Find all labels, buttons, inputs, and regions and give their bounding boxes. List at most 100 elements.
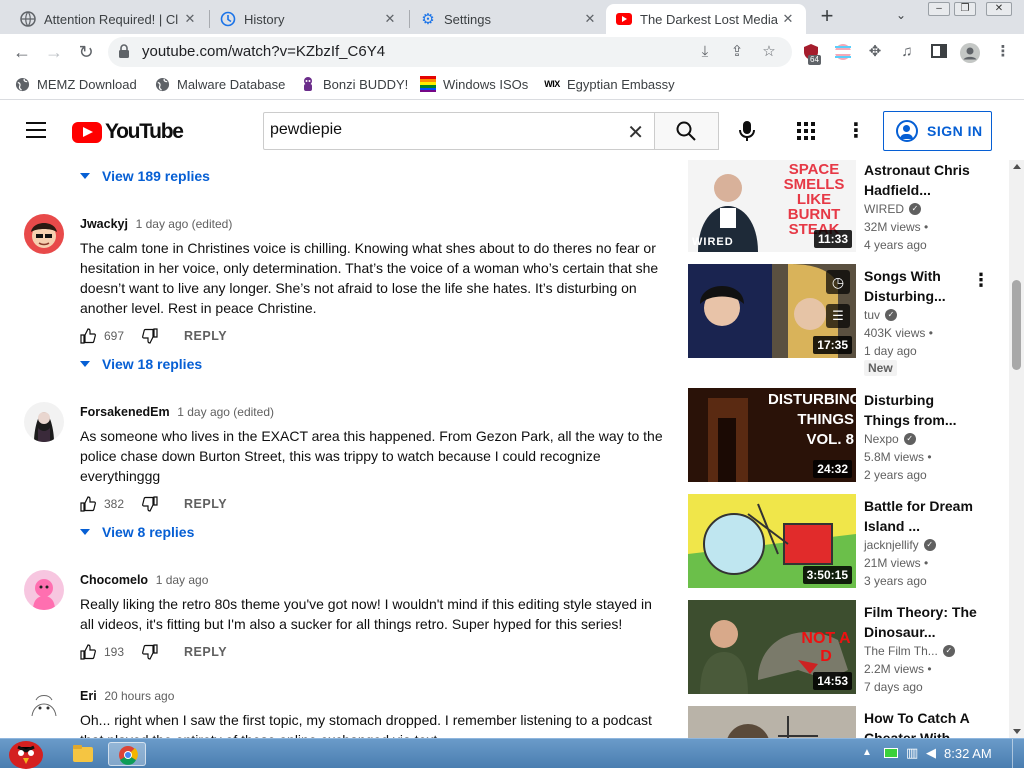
view-replies-button[interactable]: View 18 replies bbox=[80, 356, 202, 372]
extensions-puzzle-icon[interactable]: ✥ bbox=[866, 43, 884, 61]
view-replies-button[interactable]: View 189 replies bbox=[80, 168, 210, 184]
bookmark-memz-download[interactable]: MEMZ Download bbox=[14, 76, 137, 92]
dislike-thumb-down-icon[interactable] bbox=[142, 644, 158, 660]
reply-button[interactable]: REPLY bbox=[184, 645, 227, 659]
back-button[interactable]: ← bbox=[10, 40, 34, 64]
video-thumbnail[interactable]: 3:50:15 bbox=[688, 494, 856, 588]
recommended-video[interactable]: SPACE SMELLS LIKE BURNT STEAK WIRED 11:3… bbox=[688, 160, 1024, 252]
youtube-logo[interactable]: YouTube bbox=[72, 120, 184, 144]
recommended-video[interactable]: How To Catch A Cheater With... bbox=[688, 706, 1024, 738]
forward-button[interactable]: → bbox=[42, 40, 66, 64]
video-thumbnail[interactable]: ◷ ☰ 17:35 bbox=[688, 264, 856, 358]
recommended-video[interactable]: ◷ ☰ 17:35 Songs With Disturbing... ⋮ tuv… bbox=[688, 264, 1024, 376]
new-tab-button[interactable]: + bbox=[816, 5, 838, 28]
restore-button[interactable]: ❐ bbox=[954, 2, 976, 16]
video-channel[interactable]: Nexpo ✓ bbox=[864, 432, 916, 446]
video-thumbnail[interactable] bbox=[688, 706, 856, 738]
browser-menu-icon[interactable]: ⋮ bbox=[994, 43, 1012, 61]
reply-button[interactable]: REPLY bbox=[184, 329, 227, 343]
install-app-icon[interactable]: ⤓ bbox=[696, 43, 714, 61]
video-title[interactable]: Film Theory: The Dinosaur... bbox=[864, 602, 982, 642]
search-input[interactable] bbox=[270, 121, 610, 139]
tray-battery-icon[interactable] bbox=[884, 748, 898, 758]
extension-flag-icon[interactable] bbox=[834, 43, 852, 61]
minimize-button[interactable]: – bbox=[928, 2, 950, 16]
like-thumb-up-icon[interactable] bbox=[80, 644, 96, 660]
tab-settings[interactable]: ⚙ Settings ✕ bbox=[410, 4, 608, 34]
like-thumb-up-icon[interactable] bbox=[80, 496, 96, 512]
video-channel[interactable]: WIRED ✓ bbox=[864, 202, 921, 216]
comment-author[interactable]: Chocomelo bbox=[80, 573, 148, 587]
close-tab-icon[interactable]: ✕ bbox=[382, 11, 398, 27]
clear-search-icon[interactable]: ✕ bbox=[627, 120, 644, 145]
close-tab-icon[interactable]: ✕ bbox=[182, 11, 198, 27]
avatar[interactable] bbox=[24, 402, 64, 442]
start-button-angry-bird-icon[interactable] bbox=[6, 733, 46, 769]
bookmark-malware-database[interactable]: Malware Database bbox=[154, 76, 285, 92]
settings-more-icon[interactable]: ⋮ bbox=[846, 120, 866, 142]
avatar[interactable] bbox=[24, 686, 64, 726]
taskbar-clock[interactable]: 8:32 AM bbox=[944, 746, 992, 761]
recommended-video[interactable]: 3:50:15 Battle for Dream Island ... jack… bbox=[688, 494, 1024, 588]
comment-time[interactable]: 20 hours ago bbox=[104, 689, 174, 703]
page-scrollbar[interactable] bbox=[1009, 160, 1024, 738]
sign-in-button[interactable]: SIGN IN bbox=[883, 111, 992, 151]
clock-icon[interactable]: ◷ bbox=[826, 270, 850, 294]
extension-shield-icon[interactable]: 64 bbox=[802, 43, 821, 65]
video-title[interactable]: Battle for Dream Island ... bbox=[864, 496, 982, 536]
avatar[interactable] bbox=[24, 570, 64, 610]
recommended-video[interactable]: NOT A D 14:53 Film Theory: The Dinosaur.… bbox=[688, 600, 1024, 694]
dislike-thumb-down-icon[interactable] bbox=[142, 328, 158, 344]
video-title[interactable]: Disturbing Things from... bbox=[864, 390, 982, 430]
close-tab-icon[interactable]: ✕ bbox=[780, 11, 796, 27]
comment-author[interactable]: ForsakenedEm bbox=[80, 405, 170, 419]
profile-avatar-icon[interactable] bbox=[960, 43, 980, 63]
lock-icon[interactable] bbox=[118, 44, 130, 59]
comment-author[interactable]: Jwackyj bbox=[80, 217, 128, 231]
search-button[interactable] bbox=[655, 112, 719, 150]
search-box[interactable]: ✕ bbox=[263, 112, 655, 150]
apps-grid-icon[interactable] bbox=[797, 122, 815, 140]
file-explorer-icon[interactable] bbox=[64, 742, 102, 766]
address-bar[interactable]: youtube.com/watch?v=KZbzIf_C6Y4 ⤓ ⇪ ☆ bbox=[108, 37, 792, 67]
close-window-button[interactable]: ✕ bbox=[986, 2, 1012, 16]
dislike-thumb-down-icon[interactable] bbox=[142, 496, 158, 512]
video-thumbnail[interactable]: DISTURBING THINGS VOL. 8 24:32 bbox=[688, 388, 856, 482]
tab-history[interactable]: History ✕ bbox=[210, 4, 408, 34]
hamburger-menu-icon[interactable] bbox=[26, 122, 46, 138]
media-control-icon[interactable]: ♫ bbox=[898, 43, 916, 61]
scroll-up-arrow-icon[interactable] bbox=[1013, 164, 1021, 169]
recommended-video[interactable]: DISTURBING THINGS VOL. 8 24:32 Disturbin… bbox=[688, 388, 1024, 482]
view-replies-button[interactable]: View 8 replies bbox=[80, 524, 194, 540]
reply-button[interactable]: REPLY bbox=[184, 497, 227, 511]
tab-search-chevron-icon[interactable]: ⌄ bbox=[896, 8, 906, 22]
bookmark-windows-isos[interactable]: Windows ISOs bbox=[420, 76, 528, 92]
side-panel-icon[interactable] bbox=[930, 43, 948, 61]
video-title[interactable]: Songs With Disturbing... bbox=[864, 266, 982, 306]
bookmark-egyptian-embassy[interactable]: WIX Egyptian Embassy bbox=[544, 76, 674, 92]
like-thumb-up-icon[interactable] bbox=[80, 328, 96, 344]
bookmark-star-icon[interactable]: ☆ bbox=[760, 43, 778, 61]
video-title[interactable]: How To Catch A Cheater With... bbox=[864, 708, 982, 738]
video-thumbnail[interactable]: NOT A D 14:53 bbox=[688, 600, 856, 694]
tray-volume-icon[interactable]: ◀ bbox=[926, 745, 936, 761]
comment-time[interactable]: 1 day ago (edited) bbox=[177, 405, 274, 419]
tab-youtube-active[interactable]: The Darkest Lost Media ✕ bbox=[606, 4, 806, 34]
video-thumbnail[interactable]: SPACE SMELLS LIKE BURNT STEAK WIRED 11:3… bbox=[688, 160, 856, 252]
comment-author[interactable]: Eri bbox=[80, 689, 97, 703]
video-channel[interactable]: The Film Th... ✓ bbox=[864, 644, 955, 658]
scrollbar-thumb[interactable] bbox=[1012, 280, 1021, 370]
comment-time[interactable]: 1 day ago bbox=[156, 573, 209, 587]
bookmark-bonzi-buddy[interactable]: Bonzi BUDDY! bbox=[300, 76, 408, 92]
tray-network-icon[interactable]: ▥ bbox=[906, 745, 918, 761]
voice-search-button[interactable] bbox=[734, 118, 760, 144]
video-title[interactable]: Astronaut Chris Hadfield... bbox=[864, 160, 982, 200]
video-channel[interactable]: jacknjellify ✓ bbox=[864, 538, 936, 552]
comment-time[interactable]: 1 day ago (edited) bbox=[136, 217, 233, 231]
video-options-icon[interactable]: ⋮ bbox=[972, 270, 990, 291]
add-to-queue-icon[interactable]: ☰ bbox=[826, 304, 850, 328]
avatar[interactable] bbox=[24, 214, 64, 254]
show-desktop-button[interactable] bbox=[1012, 739, 1024, 769]
chrome-taskbar-icon[interactable] bbox=[108, 742, 146, 766]
tab-attention-required[interactable]: Attention Required! | Cl ✕ bbox=[10, 4, 208, 34]
